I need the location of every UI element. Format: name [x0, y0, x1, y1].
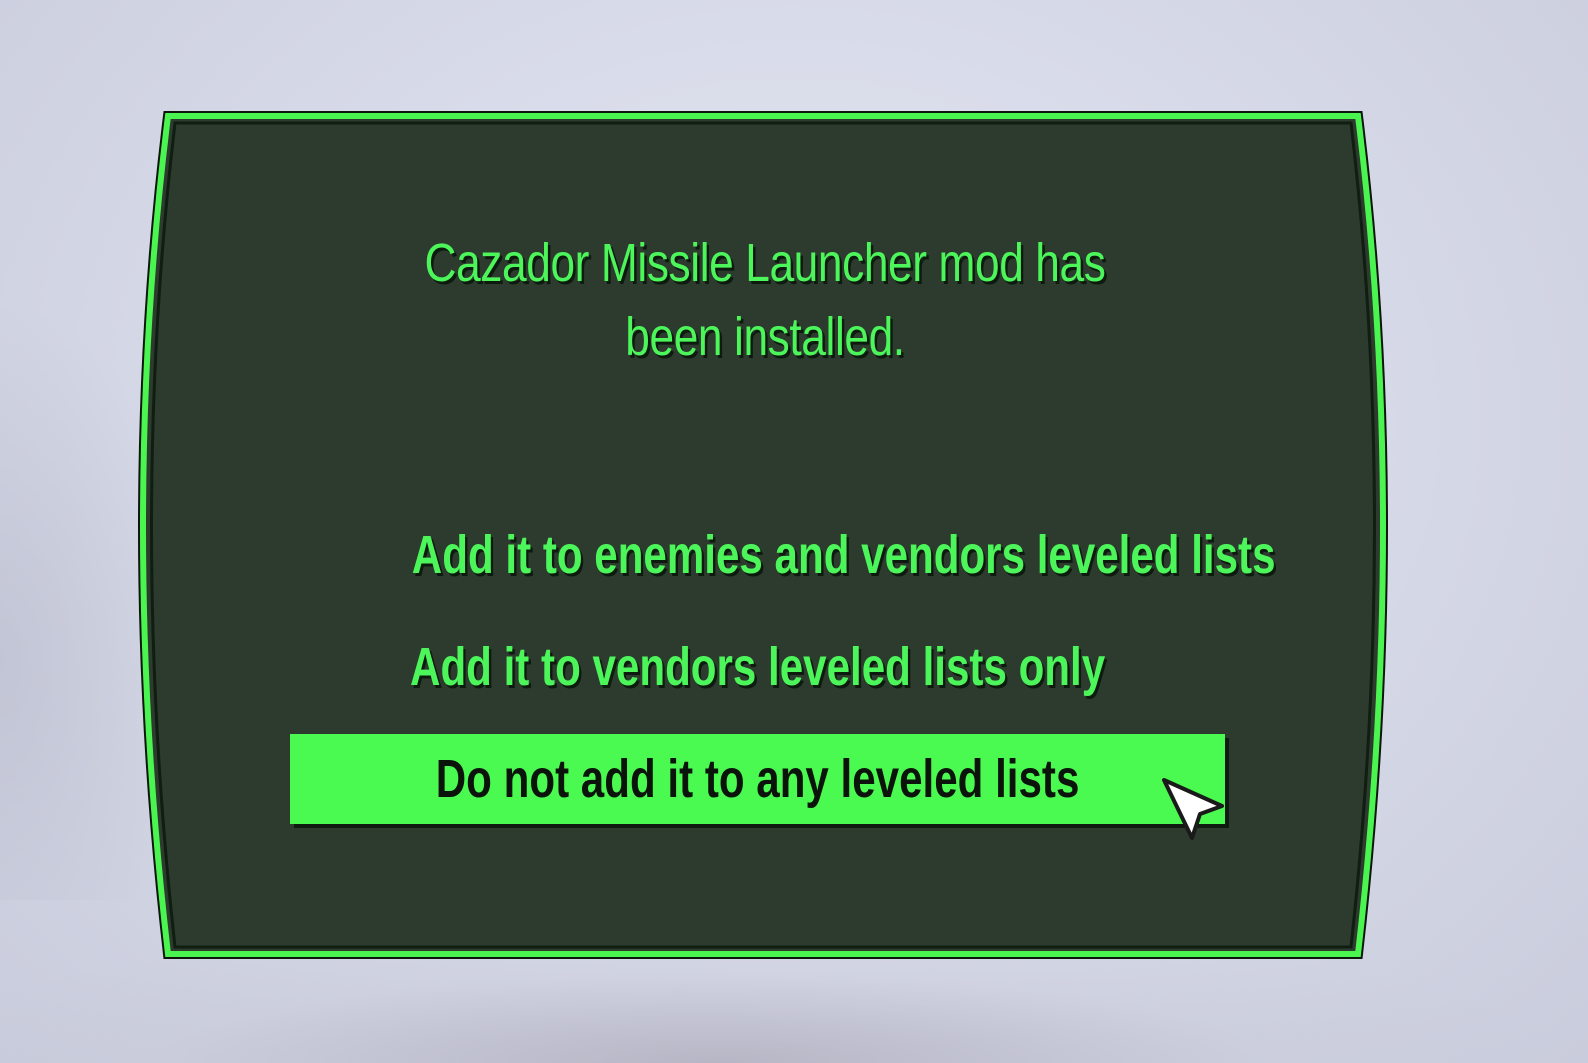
option-label: Add it to enemies and vendors leveled li…: [411, 525, 1276, 585]
option-do-not-add[interactable]: Do not add it to any leveled lists: [290, 734, 1225, 824]
option-label: Add it to vendors leveled lists only: [409, 637, 1106, 697]
option-enemies-and-vendors[interactable]: Add it to enemies and vendors leveled li…: [290, 510, 1276, 600]
option-vendors-only[interactable]: Add it to vendors leveled lists only: [290, 622, 1225, 712]
arrow-cursor-icon: [1162, 778, 1224, 840]
option-label: Do not add it to any leveled lists: [435, 749, 1080, 809]
dialog-message: Cazador Missile Launcher mod has been in…: [424, 233, 1106, 367]
